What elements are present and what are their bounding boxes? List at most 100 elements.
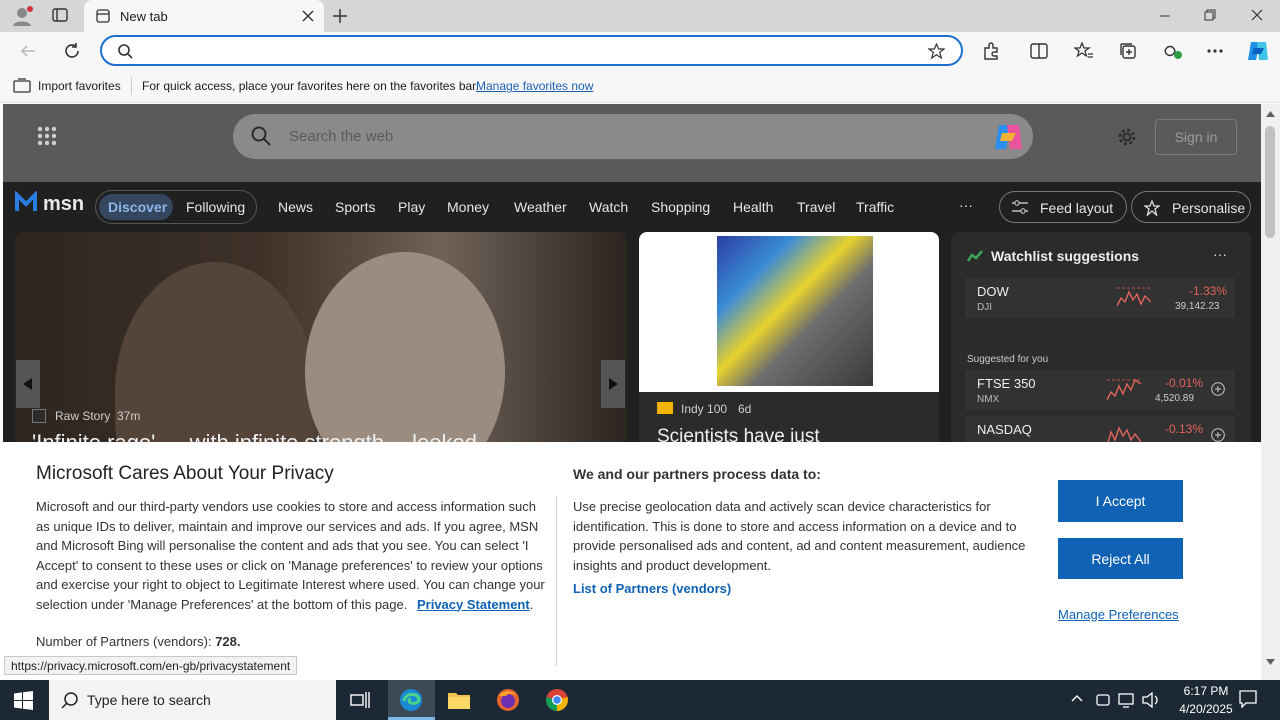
process-body: Use precise geolocation data and activel…: [573, 499, 1026, 573]
favorite-star-icon[interactable]: [928, 43, 945, 60]
stock-symbol: DJI: [977, 302, 992, 313]
watchlist-row-ftse[interactable]: FTSE 350 NMX -0.01% 4,520.89: [965, 370, 1235, 410]
collections-icon[interactable]: [1119, 42, 1137, 60]
stock-name: DOW: [977, 284, 1009, 299]
taskbar-search-icon: [61, 691, 79, 709]
nav-play[interactable]: Play: [398, 199, 425, 215]
page-scrollbar[interactable]: [1261, 104, 1280, 684]
carousel-next-button[interactable]: [601, 360, 625, 408]
stock-change: -1.33%: [1189, 284, 1228, 298]
watchlist-row-dow[interactable]: DOW DJI -1.33% 39,142.23: [965, 278, 1235, 318]
favorites-icon[interactable]: [1074, 42, 1094, 60]
search-icon: [117, 43, 133, 59]
story-image: [639, 232, 939, 392]
story-source: Indy 100: [681, 402, 728, 416]
personalise-button[interactable]: Personalise: [1131, 191, 1251, 223]
split-screen-icon[interactable]: [1030, 42, 1048, 60]
nav-shopping[interactable]: Shopping: [651, 199, 710, 215]
suggested-label: Suggested for you: [967, 354, 1049, 365]
nav-news[interactable]: News: [278, 199, 313, 215]
stock-sparkline: [1117, 284, 1151, 310]
msn-search-box[interactable]: Search the web: [233, 114, 1033, 159]
watchlist-title: Watchlist suggestions: [991, 248, 1140, 264]
reject-all-button[interactable]: Reject All: [1058, 538, 1183, 579]
partners-count-row: Number of Partners (vendors): 728.: [36, 634, 241, 649]
close-window-icon[interactable]: [1251, 9, 1263, 21]
nav-health[interactable]: Health: [733, 199, 773, 215]
msn-search-placeholder: Search the web: [289, 128, 394, 145]
sign-in-button[interactable]: Sign in: [1155, 119, 1237, 155]
tab-new-tab[interactable]: New tab: [84, 0, 324, 32]
file-explorer-icon[interactable]: [447, 690, 471, 710]
manage-preferences-link[interactable]: Manage Preferences: [1058, 607, 1179, 622]
windows-start-icon[interactable]: [14, 691, 33, 710]
feed-layout-button[interactable]: Feed layout: [999, 191, 1127, 223]
profile-icon[interactable]: [10, 5, 34, 27]
copilot-icon[interactable]: [1246, 40, 1270, 62]
taskbar-edge-button[interactable]: [388, 680, 435, 720]
hero-source: Raw Story: [55, 409, 111, 423]
stock-name: FTSE 350: [977, 376, 1036, 391]
nav-travel[interactable]: Travel: [797, 199, 835, 215]
manage-favorites-link[interactable]: Manage favorites now: [476, 79, 593, 93]
tray-chevron-icon[interactable]: [1071, 694, 1083, 702]
story-age: 6d: [738, 402, 752, 416]
add-stock-icon[interactable]: [1211, 382, 1225, 396]
nav-weather[interactable]: Weather: [514, 199, 567, 215]
minimize-icon[interactable]: [1159, 10, 1171, 22]
nav-watch[interactable]: Watch: [589, 199, 628, 215]
indy-logo-icon: [657, 402, 673, 414]
refresh-icon[interactable]: [63, 42, 81, 60]
network-icon[interactable]: [1118, 692, 1136, 708]
new-tab-button[interactable]: [332, 8, 348, 24]
divider: [131, 77, 132, 95]
notifications-icon[interactable]: [1239, 690, 1257, 708]
msn-logo-text: msn: [43, 193, 85, 215]
tray-meet-icon[interactable]: [1096, 691, 1110, 707]
watchlist-menu-button[interactable]: ···: [1213, 246, 1227, 262]
apps-grid-icon[interactable]: [37, 126, 57, 146]
privacy-body-text: Microsoft and our third-party vendors us…: [36, 499, 545, 612]
close-tab-icon[interactable]: [302, 10, 314, 22]
chrome-icon[interactable]: [545, 688, 569, 712]
nav-money[interactable]: Money: [447, 199, 489, 215]
msn-logo-icon[interactable]: [15, 191, 37, 213]
privacy-body: Microsoft and our third-party vendors us…: [36, 499, 545, 612]
partners-list-link[interactable]: List of Partners (vendors): [573, 581, 731, 596]
volume-icon[interactable]: [1142, 692, 1160, 708]
clock-date[interactable]: 4/20/2025: [1166, 702, 1246, 716]
hero-age: 37m: [117, 409, 141, 423]
sliders-icon: [1012, 200, 1028, 214]
nav-traffic[interactable]: Traffic: [856, 199, 894, 215]
clock-time[interactable]: 6:17 PM: [1174, 684, 1238, 698]
accept-button[interactable]: I Accept: [1058, 480, 1183, 522]
msn-copilot-icon[interactable]: [993, 123, 1023, 151]
tab-title: New tab: [120, 9, 168, 24]
carousel-prev-button[interactable]: [16, 360, 40, 408]
privacy-statement-link[interactable]: Privacy Statement: [417, 597, 530, 612]
tab-actions-icon[interactable]: [52, 7, 68, 23]
status-bar-url: https://privacy.microsoft.com/en-gb/priv…: [4, 656, 298, 675]
restore-icon[interactable]: [1204, 9, 1216, 21]
scroll-up-icon[interactable]: [1266, 111, 1275, 117]
address-bar[interactable]: [100, 35, 963, 66]
firefox-icon[interactable]: [496, 688, 520, 712]
settings-gear-icon[interactable]: [1116, 126, 1138, 148]
story-image-map: [717, 236, 873, 386]
nav-more-button[interactable]: ···: [959, 197, 973, 213]
scroll-thumb[interactable]: [1265, 126, 1275, 238]
more-menu-icon[interactable]: [1207, 49, 1223, 53]
watchlist-icon: [967, 250, 983, 262]
back-icon[interactable]: [20, 43, 36, 59]
task-view-icon[interactable]: [350, 690, 370, 710]
tab-following[interactable]: Following: [186, 199, 245, 215]
import-favorites-button[interactable]: Import favorites: [38, 79, 121, 93]
tab-discover[interactable]: Discover: [108, 199, 167, 215]
browser-essentials-icon[interactable]: [1163, 42, 1183, 60]
add-stock-icon[interactable]: [1211, 428, 1225, 442]
nav-sports[interactable]: Sports: [335, 199, 375, 215]
extensions-icon[interactable]: [982, 42, 1000, 60]
scroll-down-icon[interactable]: [1266, 659, 1275, 665]
favorites-hint: For quick access, place your favorites h…: [142, 79, 479, 93]
taskbar-search-box[interactable]: Type here to search: [49, 680, 336, 720]
